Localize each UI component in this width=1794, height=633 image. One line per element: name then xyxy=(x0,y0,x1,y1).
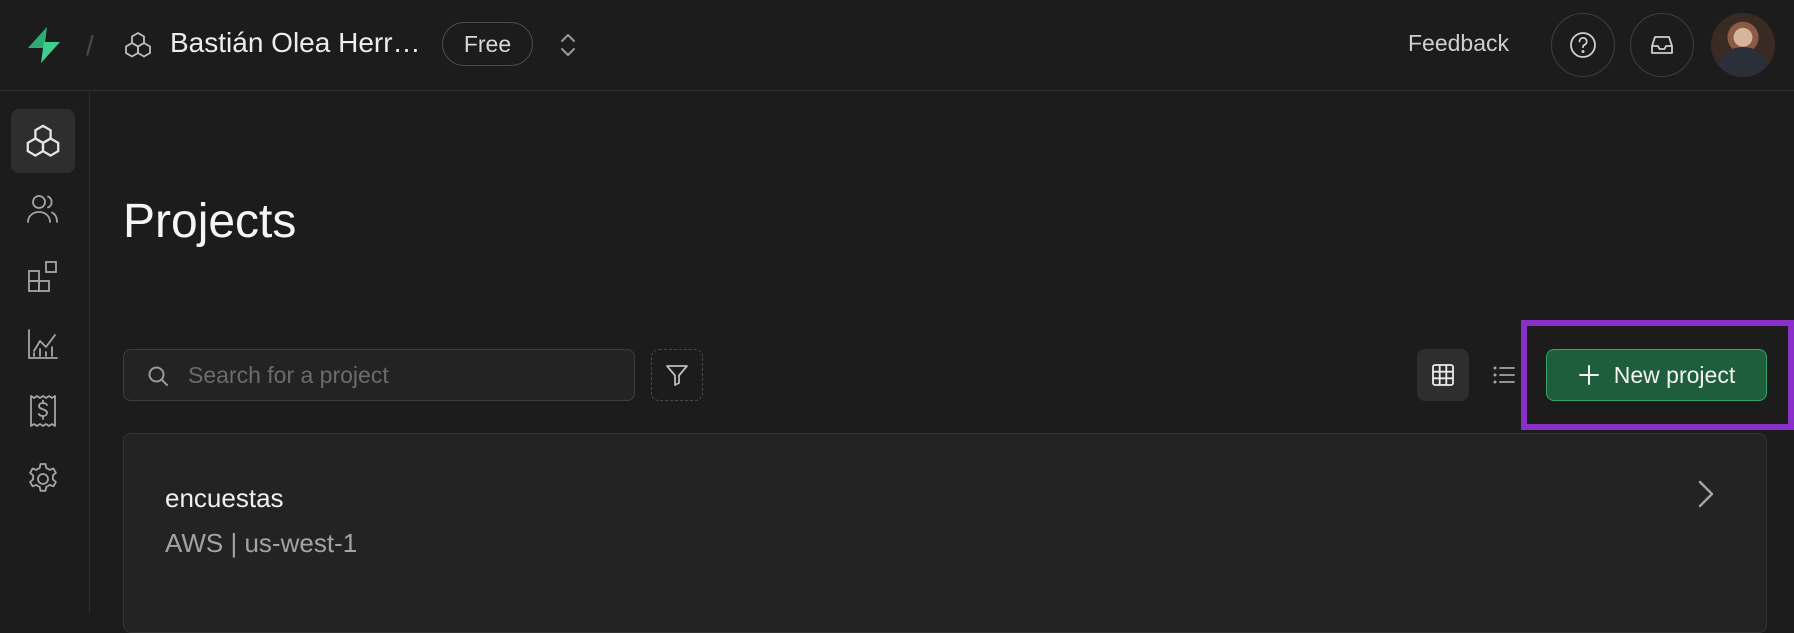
billing-icon xyxy=(30,395,56,427)
sidebar-item-projects[interactable] xyxy=(11,109,75,173)
supabase-logo-icon[interactable] xyxy=(24,26,64,64)
help-icon xyxy=(1570,32,1596,58)
org-icon xyxy=(125,31,151,58)
feedback-button[interactable]: Feedback xyxy=(1408,30,1509,57)
project-name: encuestas xyxy=(165,483,284,513)
chevrons-up-down-icon[interactable] xyxy=(556,30,580,60)
new-project-button[interactable]: New project xyxy=(1546,349,1767,401)
sidebar-item-usage[interactable] xyxy=(11,312,75,376)
plus-icon xyxy=(1578,365,1599,385)
grid-view-icon xyxy=(1432,364,1454,386)
grid-view-toggle[interactable] xyxy=(1417,349,1469,401)
projects-icon xyxy=(26,124,60,157)
help-button[interactable] xyxy=(1551,13,1615,77)
inbox-button[interactable] xyxy=(1630,13,1694,77)
project-region: AWS | us-west-1 xyxy=(165,528,358,558)
top-bar: / Bastián Olea Herr… Free Feedback xyxy=(0,0,1794,91)
filter-button[interactable] xyxy=(651,349,703,401)
search-icon xyxy=(148,366,168,386)
new-project-label: New project xyxy=(1613,361,1736,388)
team-icon xyxy=(27,195,58,223)
usage-icon xyxy=(28,329,58,359)
filter-icon xyxy=(666,365,688,386)
sidebar-item-settings[interactable] xyxy=(11,447,75,511)
list-view-icon xyxy=(1493,366,1515,384)
sidebar-item-billing[interactable] xyxy=(11,379,75,443)
project-card[interactable]: encuestas AWS | us-west-1 xyxy=(123,433,1767,633)
sidebar-item-team[interactable] xyxy=(11,177,75,241)
avatar[interactable] xyxy=(1711,13,1775,77)
breadcrumb-separator: / xyxy=(86,30,94,61)
org-name[interactable]: Bastián Olea Herr… xyxy=(170,27,421,59)
sidebar-item-integrations[interactable] xyxy=(11,244,75,308)
search-input[interactable] xyxy=(188,358,618,392)
settings-icon xyxy=(29,463,57,492)
sidebar xyxy=(0,92,90,613)
plan-badge: Free xyxy=(442,22,533,66)
page-title: Projects xyxy=(123,195,297,248)
inbox-icon xyxy=(1651,36,1673,54)
chevron-right-icon xyxy=(1698,480,1714,508)
integrations-icon xyxy=(28,261,57,292)
search-box[interactable] xyxy=(123,349,635,401)
